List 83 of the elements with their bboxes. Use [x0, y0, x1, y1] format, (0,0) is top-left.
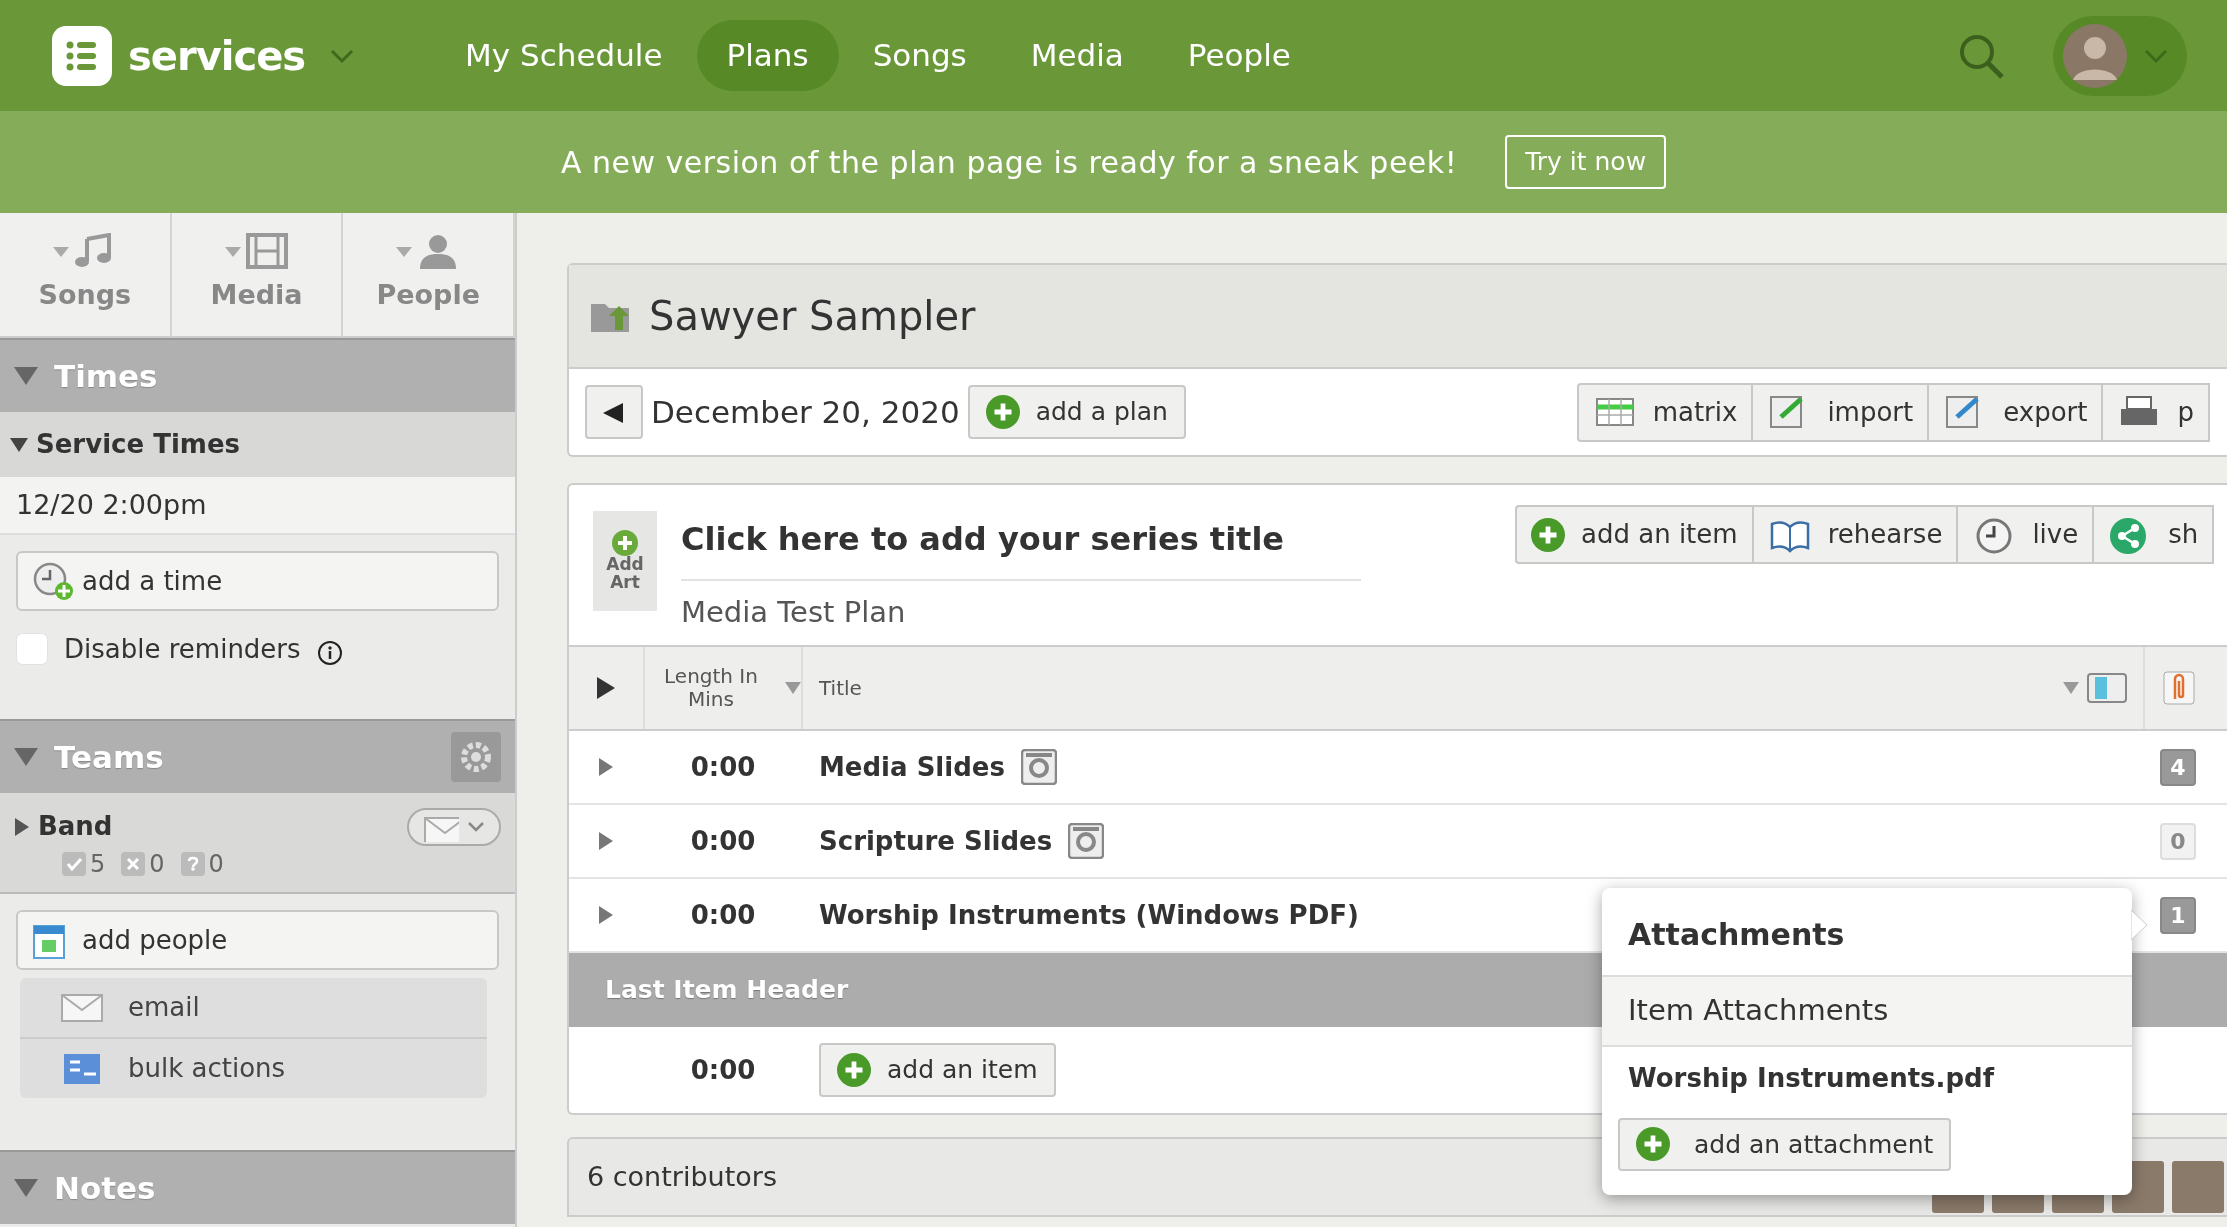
avatar-icon	[2063, 23, 2127, 88]
toolbar-button[interactable]: sh	[2094, 505, 2215, 564]
add-icon	[837, 1053, 871, 1087]
add-attachment-button[interactable]: add an attachment	[1618, 1117, 1952, 1171]
item-title[interactable]: Media Slides	[819, 747, 1005, 787]
add-icon	[1531, 517, 1565, 552]
action-link[interactable]: bulk actions	[20, 1039, 487, 1098]
expand-triangle-icon	[598, 906, 614, 924]
dropdown-arrow-icon	[396, 247, 413, 258]
table-cell-text: 0:00	[689, 898, 757, 932]
checkbox-label: Disable reminders	[64, 632, 301, 666]
dropdown-arrow-icon	[2063, 682, 2079, 694]
toolbar-button[interactable]: rehearse	[1753, 505, 1959, 564]
toolbar-button[interactable]: add an item	[1515, 505, 1754, 564]
caret-icon	[467, 820, 485, 833]
confirmed-icon	[62, 852, 86, 876]
previous-icon	[603, 403, 625, 424]
add-art-button[interactable]: Add Art	[593, 511, 657, 611]
add-icon	[1636, 1127, 1670, 1162]
expand-all-icon	[597, 677, 615, 699]
collapse-triangle-icon	[14, 1179, 38, 1197]
clock-add-icon	[32, 561, 74, 601]
item-title[interactable]: Worship Instruments (Windows PDF)	[819, 895, 1359, 935]
previous-button[interactable]	[585, 385, 643, 439]
banner-text: A new version of the plan page is ready for a sneak peek!	[560, 143, 1458, 182]
tab-label: People	[376, 278, 480, 313]
caret-icon	[329, 47, 356, 64]
table-cell-text: 0:00	[689, 824, 757, 858]
attachment-file-link[interactable]: Worship Instruments.pdf	[1602, 1046, 2132, 1110]
toolbar-button[interactable]: p	[2103, 382, 2210, 442]
checkbox[interactable]	[16, 633, 48, 665]
collapse-triangle-icon	[10, 437, 28, 452]
toolbar-button[interactable]: import	[1753, 382, 1930, 442]
toolbar-button[interactable]: matrix	[1576, 382, 1754, 442]
info-icon	[316, 640, 343, 666]
expand-triangle-icon	[598, 832, 614, 850]
contributors-count[interactable]: 6 contributors	[587, 1156, 777, 1198]
add-people-button[interactable]: add people	[16, 910, 499, 970]
nav-tab[interactable]: Plans	[696, 20, 839, 91]
settings-icon[interactable]	[451, 732, 501, 782]
dropdown-arrow-icon	[224, 247, 241, 258]
plan-date: December 20, 2020	[651, 392, 960, 432]
dropdown-arrow-icon	[52, 247, 69, 258]
section-title: Teams	[54, 737, 164, 777]
add-icon	[985, 395, 1020, 429]
service-time[interactable]: 12/20 2:00pm	[0, 477, 515, 535]
email-menu-button[interactable]	[407, 807, 501, 846]
tab-label: Songs	[38, 278, 132, 313]
toolbar-button[interactable]: live	[1958, 505, 2095, 564]
attachment-icon	[2163, 671, 2195, 705]
add-icon	[612, 530, 638, 557]
column-header[interactable]: Title	[819, 673, 862, 703]
columns-icon	[2087, 673, 2127, 703]
team-name[interactable]: Band	[38, 807, 113, 846]
plan-series-title: Sawyer Sampler	[649, 292, 976, 341]
add-item-button[interactable]: add an item	[819, 1043, 1056, 1097]
section-title: Times	[54, 356, 158, 396]
declined-count: 0	[149, 849, 165, 880]
column-header[interactable]: Length In Mins	[645, 665, 777, 711]
subsection-title: Service Times	[36, 428, 240, 461]
add-plan-button[interactable]: add a plan	[967, 385, 1186, 439]
unknown-icon	[180, 852, 205, 876]
expand-triangle-icon	[598, 758, 614, 776]
section-title: Notes	[54, 1168, 156, 1208]
confirmed-count: 5	[90, 849, 106, 880]
app-logo-icon	[52, 25, 112, 86]
action-link[interactable]: email	[20, 978, 487, 1039]
declined-icon	[121, 852, 146, 876]
collapse-triangle-icon	[14, 748, 38, 766]
collapse-triangle-icon	[14, 367, 38, 385]
item-title[interactable]: Scripture Slides	[819, 821, 1053, 861]
plan-title: Media Test Plan	[681, 594, 907, 631]
series-title[interactable]: Click here to add your series title	[681, 505, 1361, 581]
toolbar-button[interactable]: export	[1929, 382, 2104, 442]
add-time-button[interactable]: add a time	[16, 551, 499, 611]
film-icon	[244, 233, 289, 272]
table-cell-text: 0:00	[689, 1053, 757, 1087]
unknown-count: 0	[208, 849, 224, 880]
caret-icon	[2143, 47, 2169, 64]
dropdown-arrow-icon	[785, 682, 801, 694]
popover-section-title: Item Attachments	[1602, 977, 2132, 1047]
table-cell-text: 0:00	[689, 750, 757, 784]
tab-label: Media	[210, 278, 303, 313]
